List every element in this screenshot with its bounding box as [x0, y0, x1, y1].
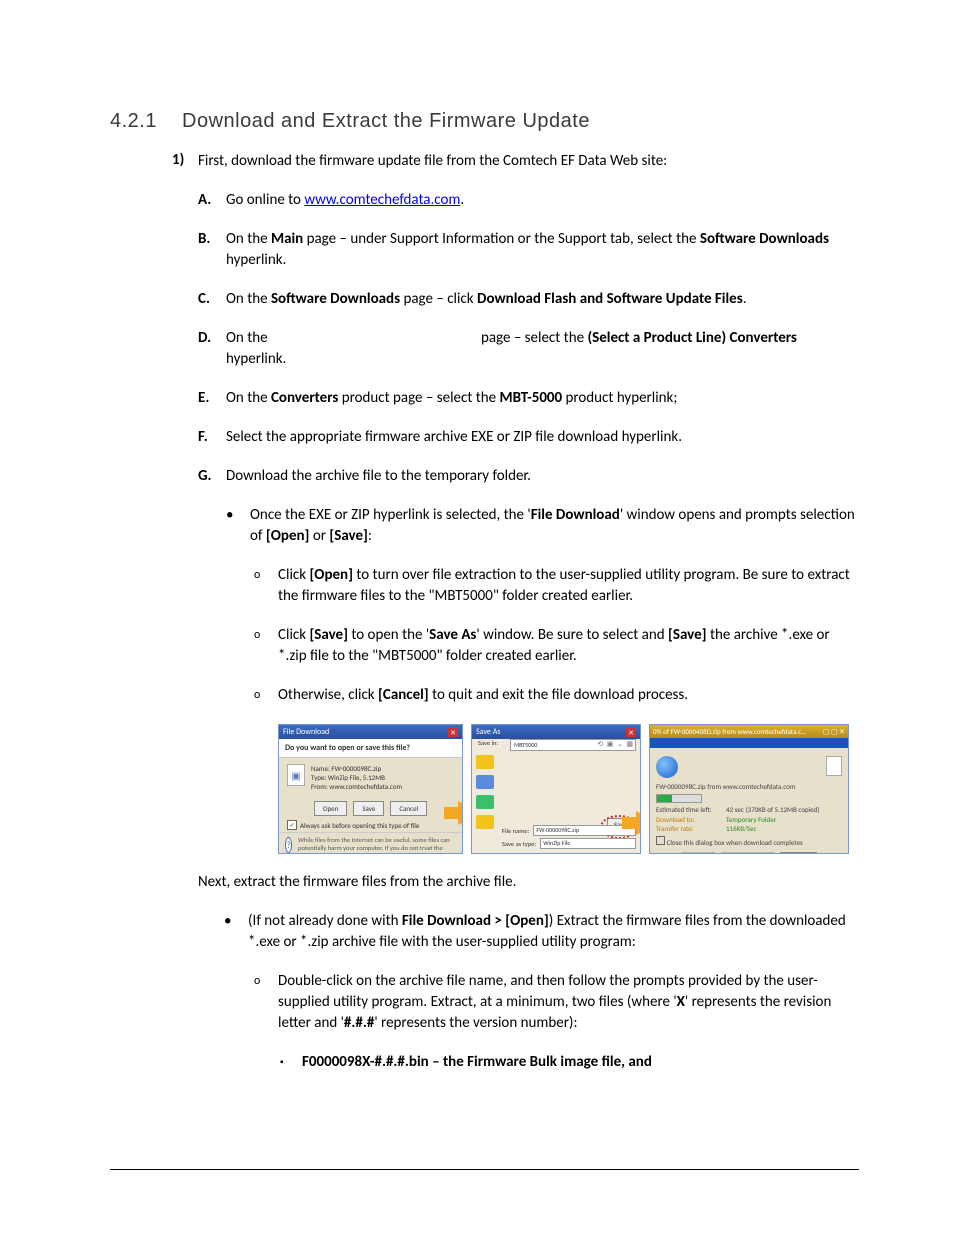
substep-b: B. On the Main page – under Support Info… — [198, 229, 859, 271]
square-bin-file: ▪ F0000098X-#.#.#.bin – the Firmware Bul… — [280, 1052, 859, 1073]
substep-g: G. Download the archive file to the temp… — [198, 466, 859, 487]
toolbar-icons[interactable]: ⟲ ▣ ⌄ ▦ — [597, 739, 634, 748]
substep-a: A. Go online to www.comtechefdata.com. — [198, 190, 859, 211]
step-1: 1) First, download the firmware update f… — [172, 151, 859, 172]
shield-question-icon: ? — [285, 837, 292, 853]
circle-open: o Click [Open] to turn over file extract… — [254, 565, 859, 607]
substep-e: E. On the Converters product page – sele… — [198, 388, 859, 409]
progress-open-folder-button: Open Folder — [721, 852, 774, 854]
comtech-link[interactable]: www.comtechefdata.com — [304, 191, 460, 209]
places-bar[interactable] — [476, 755, 500, 829]
circle-cancel: o Otherwise, click [Cancel] to quit and … — [254, 685, 859, 706]
circle-doubleclick: o Double-click on the archive file name,… — [254, 971, 859, 1034]
substep-c: C. On the Software Downloads page – clic… — [198, 289, 859, 310]
next-extract-text: Next, extract the firmware files from th… — [198, 872, 859, 893]
section-heading: 4.2.1Download and Extract the Firmware U… — [110, 110, 859, 133]
step-1-text: First, download the firmware update file… — [198, 151, 859, 172]
filetype-field[interactable]: WinZip File — [540, 838, 636, 849]
circle-save: o Click [Save] to open the 'Save As' win… — [254, 625, 859, 667]
open-button[interactable]: Open — [314, 801, 347, 816]
file-download-dialog: File Download ✕ Do you want to open or s… — [278, 724, 463, 854]
screenshot-strip: File Download ✕ Do you want to open or s… — [278, 724, 859, 854]
zip-file-icon: ▣ — [287, 764, 305, 786]
section-title-text: Download and Extract the Firmware Update — [182, 110, 590, 132]
section-number: 4.2.1 — [110, 110, 182, 133]
close-icon[interactable]: ✕ — [448, 728, 458, 737]
progress-bar — [656, 794, 702, 803]
file-download-titlebar: File Download ✕ — [279, 725, 462, 739]
file-download-question: Do you want to open or save this file? — [279, 739, 462, 758]
substep-f: F. Select the appropriate firmware archi… — [198, 427, 859, 448]
save-button[interactable]: Save — [353, 801, 384, 816]
whats-the-risk-link[interactable]: What's the risk? — [395, 852, 437, 854]
globe-icon — [656, 756, 678, 778]
filename-field[interactable]: FW-0000098C.zip — [533, 825, 636, 836]
progress-titlebar: 0% of FW-0000408D.zip from www.comtechef… — [650, 725, 848, 738]
documents-icon[interactable] — [476, 795, 494, 809]
bullet-file-download: • Once the EXE or ZIP hyperlink is selec… — [226, 505, 859, 547]
download-progress-dialog: 0% of FW-0000408D.zip from www.comtechef… — [649, 724, 849, 854]
progress-open-button: Open — [681, 852, 714, 854]
window-controls[interactable]: ▢ ▢ ✕ — [823, 727, 845, 736]
close-icon[interactable]: ✕ — [626, 728, 636, 737]
checkbox-icon: ✓ — [287, 820, 297, 830]
substep-d: D. On the page – select the (Select a Pr… — [198, 328, 859, 370]
bullet-extract: • (If not already done with File Downloa… — [224, 911, 859, 953]
always-ask-checkbox[interactable]: ✓ Always ask before opening this type of… — [279, 818, 462, 832]
arrow-icon — [458, 801, 463, 825]
arrow-icon — [636, 811, 641, 835]
cancel-button[interactable]: Cancel — [390, 801, 427, 816]
desktop-icon[interactable] — [476, 775, 494, 789]
footer-rule — [110, 1169, 859, 1170]
save-as-dialog: Save As ✕ Save in: MBT5000 ⟲ ▣ ⌄ ▦ Save — [471, 724, 641, 854]
progress-cancel-button[interactable]: Cancel — [780, 852, 817, 854]
recent-icon[interactable] — [476, 755, 494, 769]
document-icon — [826, 756, 842, 776]
step-1-number: 1) — [172, 151, 198, 172]
computer-icon[interactable] — [476, 815, 494, 829]
save-as-titlebar: Save As ✕ — [472, 725, 640, 739]
